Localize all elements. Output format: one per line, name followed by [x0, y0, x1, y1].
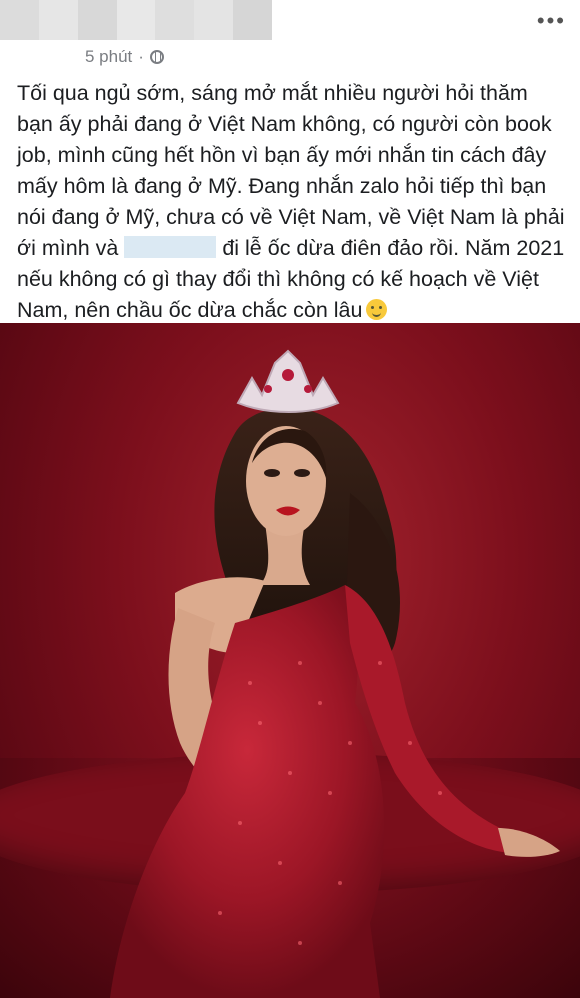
post-time[interactable]: 5 phút [85, 47, 132, 67]
right-hand [498, 828, 560, 857]
redacted-name [124, 236, 217, 258]
red-gown [110, 585, 385, 998]
woman-in-gown-figure [110, 349, 560, 998]
more-options-icon[interactable]: ••• [537, 10, 566, 32]
post-photo[interactable] [0, 323, 580, 998]
crown [236, 349, 340, 413]
post-text: Tối qua ngủ sớm, sáng mở mắt nhiều người… [17, 78, 567, 326]
blurred-author-name [0, 0, 273, 40]
post-header: 5 phút · ••• [0, 0, 580, 70]
meta-separator: · [138, 47, 144, 66]
winking-face-emoji [366, 299, 388, 320]
post-text-part1: Tối qua ngủ sớm, sáng mở mắt nhiều người… [17, 81, 565, 260]
post-meta: 5 phút · [85, 47, 164, 67]
globe-icon[interactable] [149, 50, 164, 64]
